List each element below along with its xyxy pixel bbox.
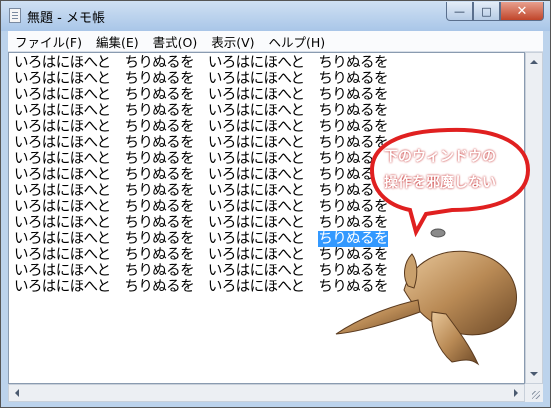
text-line: いろはにほへと ちりぬるを いろはにほへと ちりぬるを (14, 151, 388, 167)
selected-text[interactable]: ちりぬるを (318, 231, 388, 247)
text-editor[interactable]: いろはにほへと ちりぬるを いろはにほへと ちりぬるを いろはにほへと ちりぬる… (8, 52, 525, 384)
text-line: いろはにほへと ちりぬるを いろはにほへと ちりぬるを (14, 247, 388, 263)
text-line: いろはにほへと ちりぬるを いろはにほへと ちりぬるを (14, 263, 388, 279)
text-line: いろはにほへと ちりぬるを いろはにほへと ちりぬるを (14, 279, 388, 295)
text-line-selected: いろはにほへと ちりぬるを いろはにほへと ちりぬるを (14, 231, 388, 247)
window-title: 無題 - メモ帳 (27, 11, 105, 26)
text-line: いろはにほへと ちりぬるを いろはにほへと ちりぬるを (14, 215, 388, 231)
text-line: いろはにほへと ちりぬるを いろはにほへと ちりぬるを (14, 55, 388, 71)
text-line: いろはにほへと ちりぬるを いろはにほへと ちりぬるを (14, 87, 388, 103)
text-line: いろはにほへと ちりぬるを いろはにほへと ちりぬるを (14, 103, 388, 119)
menu-file[interactable]: ファイル(F) (8, 32, 89, 51)
bubble-text-line1: 下のウィンドウの (384, 149, 496, 165)
caption-buttons: — □ ✕ (446, 2, 544, 21)
scroll-up-icon[interactable] (530, 60, 538, 64)
menu-view[interactable]: 表示(V) (204, 32, 261, 51)
maximize-button[interactable]: □ (473, 2, 500, 21)
text-line: いろはにほへと ちりぬるを いろはにほへと ちりぬるを (14, 167, 388, 183)
text-line: いろはにほへと ちりぬるを いろはにほへと ちりぬるを (14, 199, 388, 215)
notepad-window: 無題 - メモ帳 — □ ✕ ファイル(F) 編集(E) 書式(O) 表示(V)… (0, 0, 551, 408)
text-line: いろはにほへと ちりぬるを いろはにほへと ちりぬるを (14, 135, 388, 151)
scroll-left-icon[interactable] (15, 389, 19, 397)
scroll-down-icon[interactable] (530, 372, 538, 376)
scroll-right-icon[interactable] (514, 389, 518, 397)
menu-help[interactable]: ヘルプ(H) (262, 32, 333, 51)
close-button[interactable]: ✕ (500, 2, 544, 21)
notepad-icon[interactable] (9, 8, 21, 23)
menu-edit[interactable]: 編集(E) (89, 32, 146, 51)
minimize-button[interactable]: — (446, 2, 473, 21)
menu-bar: ファイル(F) 編集(E) 書式(O) 表示(V) ヘルプ(H) (8, 31, 543, 52)
line-prefix: いろはにほへと ちりぬるを いろはにほへと (14, 231, 319, 247)
vertical-scrollbar[interactable] (525, 52, 543, 384)
menu-format[interactable]: 書式(O) (146, 32, 205, 51)
text-line: いろはにほへと ちりぬるを いろはにほへと ちりぬるを (14, 119, 388, 135)
text-line: いろはにほへと ちりぬるを いろはにほへと ちりぬるを (14, 183, 388, 199)
title-bar[interactable]: 無題 - メモ帳 — □ ✕ (1, 1, 550, 31)
horizontal-scrollbar[interactable] (8, 384, 525, 402)
resize-grip-icon[interactable] (525, 384, 543, 402)
bubble-text-line2: 操作を邪魔しない (384, 175, 496, 191)
text-line: いろはにほへと ちりぬるを いろはにほへと ちりぬるを (14, 71, 388, 87)
